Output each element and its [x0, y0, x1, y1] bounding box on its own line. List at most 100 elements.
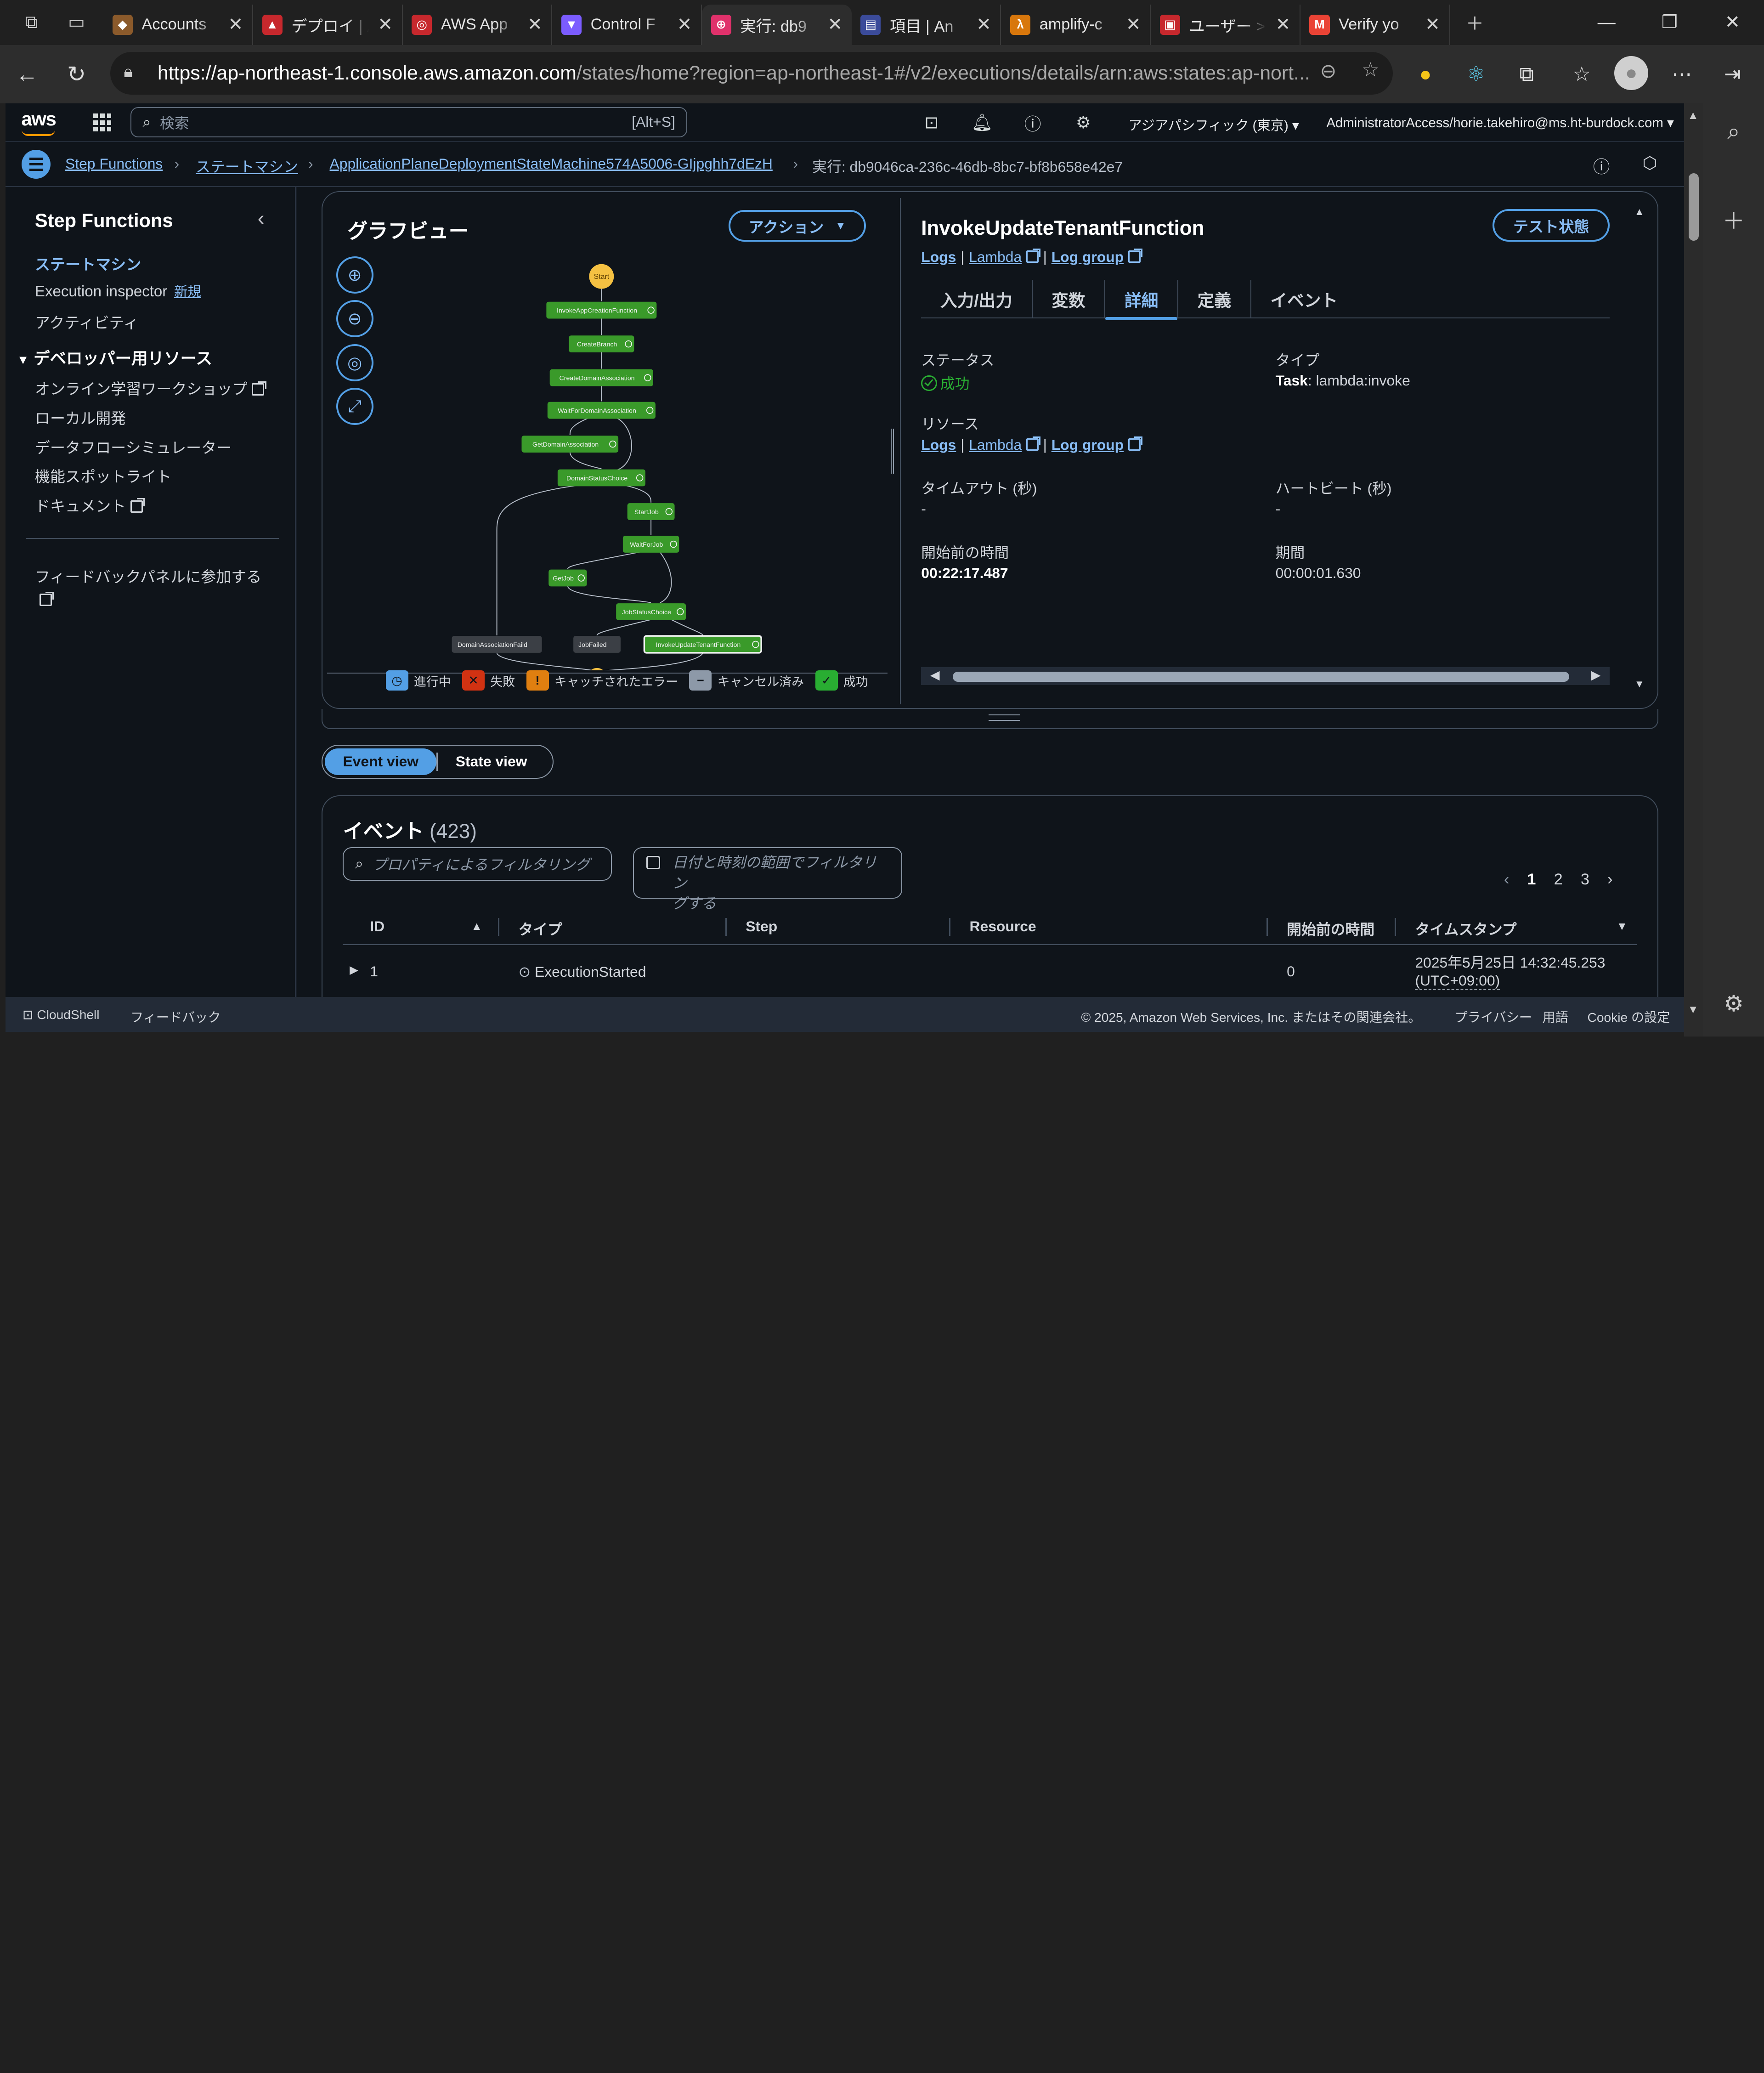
privacy-link[interactable]: プライバシー — [1455, 1007, 1532, 1026]
restore-icon[interactable]: ❐ — [1638, 0, 1701, 45]
search-icon[interactable]: ⌕ — [1717, 115, 1750, 148]
resize-handle[interactable] — [891, 428, 894, 474]
date-range-filter[interactable]: 日付と時刻の範囲でフィルタリン グする — [633, 847, 902, 912]
graph-node[interactable]: CreateDomainAssociation — [550, 369, 654, 386]
inner-vertical-scrollbar[interactable]: ▲ ▼ — [1634, 206, 1648, 701]
region-selector[interactable]: アジアパシフィック (東京) ▾ — [1128, 115, 1299, 134]
graph-node[interactable]: Start — [589, 264, 614, 289]
lambda-link[interactable]: Lambda — [969, 249, 1022, 265]
sort-descending-icon[interactable]: ▼ — [1617, 920, 1628, 933]
tools-panel-icon[interactable]: ⬡ — [1643, 153, 1657, 173]
close-tab-icon[interactable]: ✕ — [378, 14, 393, 35]
search-input[interactable]: ⌕ 検索 [Alt+S] — [130, 107, 688, 137]
notifications-bell-icon[interactable]: 🔔︎ — [971, 111, 993, 134]
new-tab-icon[interactable]: ＋ — [1457, 5, 1493, 40]
graph-node[interactable]: InvokeAppCreationFunction — [546, 302, 657, 319]
graph-node[interactable]: JobStatusChoice — [616, 603, 686, 621]
graph-node[interactable]: WaitForDomainAssociation — [548, 402, 656, 419]
sidebar-section-developer-resources[interactable]: ▼ デベロッパー用リソース — [17, 346, 212, 369]
col-step[interactable]: Step — [746, 918, 777, 935]
close-tab-icon[interactable]: ✕ — [228, 14, 243, 35]
zoom-icon[interactable]: ⊖ — [1320, 60, 1337, 83]
sidebar-item-dataflow-simulator[interactable]: データフローシミュレーター — [35, 436, 232, 458]
browser-tab[interactable]: ⊕ 実行: db9 ✕ — [702, 4, 852, 45]
profile-avatar[interactable]: ● — [1614, 56, 1648, 90]
browser-tab[interactable]: λ amplify-c ✕ — [1001, 4, 1151, 45]
graph-node[interactable]: CreateBranch — [569, 335, 634, 353]
scrollbar-thumb[interactable] — [952, 671, 1569, 682]
graph-node[interactable]: GetJob — [548, 569, 587, 587]
extension-k-icon[interactable]: ● — [1408, 57, 1442, 91]
close-nav-icon[interactable]: ‹ — [258, 207, 265, 230]
more-icon[interactable]: ⋯ — [1665, 57, 1699, 91]
help-icon[interactable]: ⓘ — [1022, 111, 1044, 134]
breadcrumb-state-machines[interactable]: ステートマシン — [196, 155, 298, 176]
close-tab-icon[interactable]: ✕ — [827, 14, 842, 35]
test-state-button[interactable]: テスト状態 — [1493, 209, 1610, 242]
scroll-up-icon[interactable]: ▲ — [1687, 109, 1698, 122]
col-resource[interactable]: Resource — [970, 918, 1036, 935]
settings-gear-icon[interactable]: ⚙ — [1717, 987, 1750, 1020]
browser-tab[interactable]: ▣ ユーザー > ✕ — [1151, 4, 1300, 45]
browser-tab[interactable]: ◆ Accounts ✕ — [103, 4, 253, 45]
favorite-star-icon[interactable]: ☆ — [1362, 58, 1379, 81]
close-tab-icon[interactable]: ✕ — [677, 14, 692, 35]
browser-tab[interactable]: ▼ Control F ✕ — [552, 4, 702, 45]
extensions-icon[interactable]: ⧉ — [1510, 57, 1544, 91]
tab-input-output[interactable]: 入力/出力 — [921, 280, 1033, 318]
sidebar-item-workshop[interactable]: オンライン学習ワークショップ — [35, 377, 266, 399]
feedback-link[interactable]: フィードバック — [130, 1007, 221, 1026]
scroll-down-icon[interactable]: ▼ — [1687, 1003, 1698, 1016]
property-filter-input[interactable]: ⌕ プロパティによるフィルタリング — [343, 847, 612, 881]
breadcrumb-step-functions[interactable]: Step Functions — [65, 155, 163, 172]
url-field[interactable]: 🔒︎ https://ap-northeast-1.console.aws.am… — [110, 51, 1393, 95]
prev-page-icon[interactable]: ‹ — [1504, 871, 1509, 889]
react-devtools-icon[interactable]: ⚛ — [1459, 57, 1493, 91]
graph-node[interactable]: InvokeUpdateTenantFunction — [644, 635, 763, 654]
cookie-settings-link[interactable]: Cookie の設定 — [1588, 1007, 1670, 1026]
page-3[interactable]: 3 — [1581, 871, 1589, 889]
sidebar-item-feature-spotlight[interactable]: 機能スポットライト — [35, 464, 171, 487]
scroll-down-icon[interactable]: ▼ — [1634, 678, 1645, 690]
col-id[interactable]: ID — [370, 918, 384, 935]
sort-ascending-icon[interactable]: ▲ — [471, 920, 482, 933]
close-tab-icon[interactable]: ✕ — [1275, 14, 1290, 35]
scroll-up-icon[interactable]: ▲ — [1634, 206, 1648, 218]
event-view-toggle[interactable]: Event view — [325, 748, 437, 776]
tab-definition[interactable]: 定義 — [1178, 280, 1251, 318]
logs-link[interactable]: Logs — [921, 249, 956, 265]
horizontal-scrollbar[interactable]: ◀ ▶ — [921, 667, 1610, 685]
scroll-left-icon[interactable]: ◀ — [930, 668, 940, 682]
info-icon[interactable]: ⓘ — [1593, 153, 1610, 178]
close-tab-icon[interactable]: ✕ — [1126, 14, 1141, 35]
close-tab-icon[interactable]: ✕ — [527, 14, 543, 35]
page-scrollbar-thumb[interactable] — [1688, 173, 1699, 241]
close-window-icon[interactable]: ✕ — [1701, 0, 1764, 45]
next-page-icon[interactable]: › — [1607, 871, 1612, 889]
settings-gear-icon[interactable]: ⚙ — [1072, 111, 1095, 134]
state-view-toggle[interactable]: State view — [438, 748, 545, 776]
tab-events[interactable]: イベント — [1251, 280, 1357, 318]
browser-tab[interactable]: ▤ 項目 | An ✕ — [852, 4, 1001, 45]
page-2[interactable]: 2 — [1554, 871, 1563, 889]
col-timestamp[interactable]: タイムスタンプ — [1415, 918, 1516, 939]
sidebar-toggle-icon[interactable]: ⇥ — [1716, 57, 1749, 91]
expand-row-icon[interactable]: ▶ — [350, 963, 358, 977]
tab-details[interactable]: 詳細 — [1105, 280, 1178, 321]
graph-node[interactable]: DomainAssociationFaild — [452, 636, 542, 653]
state-machine-graph[interactable]: Start InvokeAppCreationFunction CreateBran… — [322, 192, 891, 671]
refresh-icon[interactable]: ↻ — [54, 52, 99, 97]
graph-node[interactable]: DomainStatusChoice — [558, 469, 646, 487]
tab-variables[interactable]: 変数 — [1033, 280, 1106, 318]
add-icon[interactable]: ＋ — [1717, 203, 1750, 236]
sidebar-item-local-dev[interactable]: ローカル開発 — [35, 406, 126, 428]
panel-resize-handle[interactable] — [322, 708, 1658, 729]
col-type[interactable]: タイプ — [519, 918, 563, 939]
page-1[interactable]: 1 — [1527, 871, 1536, 889]
cloudshell-icon[interactable]: ⊡ — [920, 111, 943, 134]
cloudshell-button[interactable]: ⊡ CloudShell — [23, 1007, 100, 1022]
graph-node[interactable]: GetDomainAssociation — [521, 436, 619, 453]
browser-tab[interactable]: ▲ デプロイ | A ✕ — [253, 4, 403, 45]
sidebar-item-activities[interactable]: アクティビティ — [35, 311, 139, 333]
sidebar-item-feedback-panel[interactable]: フィードバックパネルに参加する — [35, 565, 261, 609]
